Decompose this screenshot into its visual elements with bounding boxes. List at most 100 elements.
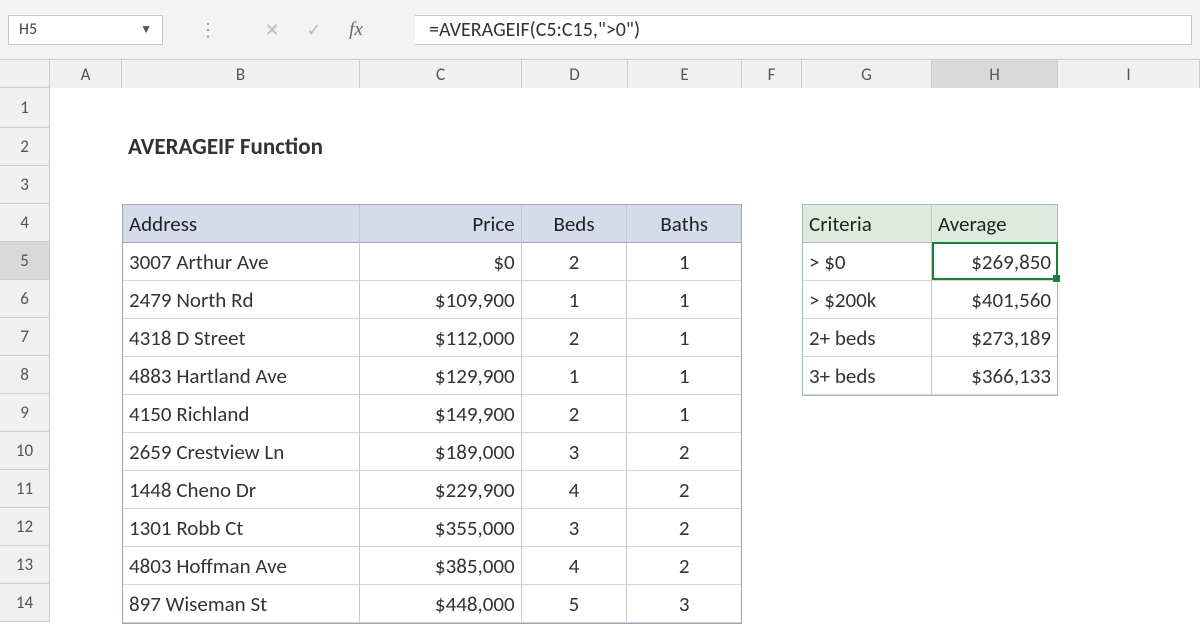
cell[interactable]: 2: [627, 433, 741, 471]
row-header-14[interactable]: 14: [0, 584, 50, 622]
cell[interactable]: 2: [522, 319, 628, 357]
table-row[interactable]: > $200k$401,560: [803, 281, 1057, 319]
col-header-A[interactable]: A: [50, 60, 122, 88]
name-box[interactable]: H5 ▼: [8, 15, 163, 45]
cell[interactable]: 3: [627, 585, 741, 623]
cell[interactable]: 3: [522, 509, 628, 547]
accept-icon[interactable]: ✓: [293, 15, 335, 45]
row-header-1[interactable]: 1: [0, 88, 50, 128]
th-beds[interactable]: Beds: [522, 205, 628, 243]
row-header-4[interactable]: 4: [0, 204, 50, 242]
cell[interactable]: 2+ beds: [803, 319, 932, 357]
table-row[interactable]: 4883 Hartland Ave$129,90011: [123, 357, 741, 395]
cell[interactable]: 1: [627, 243, 741, 281]
cell[interactable]: > $0: [803, 243, 932, 281]
th-average[interactable]: Average: [932, 205, 1057, 243]
cell[interactable]: 1: [627, 281, 741, 319]
grid[interactable]: AVERAGEIF Function Address Price Beds Ba…: [50, 88, 1200, 630]
cell[interactable]: $385,000: [360, 547, 521, 585]
formula-input[interactable]: =AVERAGEIF(C5:C15,">0"): [415, 15, 1192, 45]
cell[interactable]: 3007 Arthur Ave: [123, 243, 360, 281]
cell[interactable]: 4150 Richland: [123, 395, 360, 433]
cell[interactable]: 4318 D Street: [123, 319, 360, 357]
fx-icon[interactable]: fx: [335, 15, 377, 45]
row-header-9[interactable]: 9: [0, 394, 50, 432]
col-header-C[interactable]: C: [360, 60, 522, 88]
cell[interactable]: $189,000: [360, 433, 521, 471]
cell[interactable]: 3+ beds: [803, 357, 932, 395]
table-row[interactable]: 2479 North Rd$109,90011: [123, 281, 741, 319]
table-row[interactable]: 4150 Richland$149,90021: [123, 395, 741, 433]
cell[interactable]: $229,900: [360, 471, 521, 509]
cell[interactable]: 4883 Hartland Ave: [123, 357, 360, 395]
table-row[interactable]: 3007 Arthur Ave$021: [123, 243, 741, 281]
cell[interactable]: 1: [522, 281, 628, 319]
cell[interactable]: 4: [522, 547, 628, 585]
cell[interactable]: 5: [522, 585, 628, 623]
row-header-8[interactable]: 8: [0, 356, 50, 394]
col-header-D[interactable]: D: [522, 60, 628, 88]
cell[interactable]: 2: [522, 243, 628, 281]
table-row[interactable]: 1448 Cheno Dr$229,90042: [123, 471, 741, 509]
dots-icon[interactable]: ⋮: [187, 15, 229, 45]
cell[interactable]: $273,189: [932, 319, 1057, 357]
cell[interactable]: 4: [522, 471, 628, 509]
cell[interactable]: $129,900: [360, 357, 521, 395]
table-row[interactable]: 1301 Robb Ct$355,00032: [123, 509, 741, 547]
cell[interactable]: $0: [360, 243, 521, 281]
row-header-2[interactable]: 2: [0, 128, 50, 166]
th-address[interactable]: Address: [123, 205, 360, 243]
cell[interactable]: 2479 North Rd: [123, 281, 360, 319]
cell[interactable]: $401,560: [932, 281, 1057, 319]
cell[interactable]: 2: [627, 471, 741, 509]
col-header-I[interactable]: I: [1058, 60, 1200, 88]
row-header-13[interactable]: 13: [0, 546, 50, 584]
th-baths[interactable]: Baths: [627, 205, 741, 243]
table-row[interactable]: 4318 D Street$112,00021: [123, 319, 741, 357]
table-row[interactable]: 2659 Crestview Ln$189,00032: [123, 433, 741, 471]
row-header-6[interactable]: 6: [0, 280, 50, 318]
chevron-down-icon[interactable]: ▼: [140, 22, 152, 37]
row-header-10[interactable]: 10: [0, 432, 50, 470]
cell[interactable]: $149,900: [360, 395, 521, 433]
col-header-H[interactable]: H: [932, 60, 1058, 88]
cell[interactable]: > $200k: [803, 281, 932, 319]
cell[interactable]: 2659 Crestview Ln: [123, 433, 360, 471]
cell[interactable]: 2: [522, 395, 628, 433]
cell[interactable]: 897 Wiseman St: [123, 585, 360, 623]
cell[interactable]: $112,000: [360, 319, 521, 357]
row-header-5[interactable]: 5: [0, 242, 50, 280]
cell[interactable]: $366,133: [932, 357, 1057, 395]
row-header-11[interactable]: 11: [0, 470, 50, 508]
cell[interactable]: 4803 Hoffman Ave: [123, 547, 360, 585]
cell[interactable]: $355,000: [360, 509, 521, 547]
th-criteria[interactable]: Criteria: [803, 205, 932, 243]
row-header-3[interactable]: 3: [0, 166, 50, 204]
cell[interactable]: 3: [522, 433, 628, 471]
cell[interactable]: 2: [627, 509, 741, 547]
select-all-corner[interactable]: [0, 60, 50, 88]
th-price[interactable]: Price: [360, 205, 521, 243]
table-row[interactable]: > $0$269,850: [803, 243, 1057, 281]
table-row[interactable]: 4803 Hoffman Ave$385,00042: [123, 547, 741, 585]
col-header-F[interactable]: F: [742, 60, 802, 88]
col-header-B[interactable]: B: [122, 60, 360, 88]
row-header-12[interactable]: 12: [0, 508, 50, 546]
cell[interactable]: 1448 Cheno Dr: [123, 471, 360, 509]
cell[interactable]: $448,000: [360, 585, 521, 623]
cell[interactable]: 1: [627, 357, 741, 395]
row-header-7[interactable]: 7: [0, 318, 50, 356]
cell[interactable]: 2: [627, 547, 741, 585]
col-header-G[interactable]: G: [802, 60, 932, 88]
cell[interactable]: 1: [627, 395, 741, 433]
table-row[interactable]: 3+ beds$366,133: [803, 357, 1057, 395]
cell[interactable]: $269,850: [932, 243, 1057, 281]
cell[interactable]: 1: [627, 319, 741, 357]
cell[interactable]: 1301 Robb Ct: [123, 509, 360, 547]
cell[interactable]: $109,900: [360, 281, 521, 319]
col-header-E[interactable]: E: [628, 60, 742, 88]
table-row[interactable]: 897 Wiseman St$448,00053: [123, 585, 741, 623]
cancel-icon[interactable]: ✕: [251, 15, 293, 45]
table-row[interactable]: 2+ beds$273,189: [803, 319, 1057, 357]
cell[interactable]: 1: [522, 357, 628, 395]
